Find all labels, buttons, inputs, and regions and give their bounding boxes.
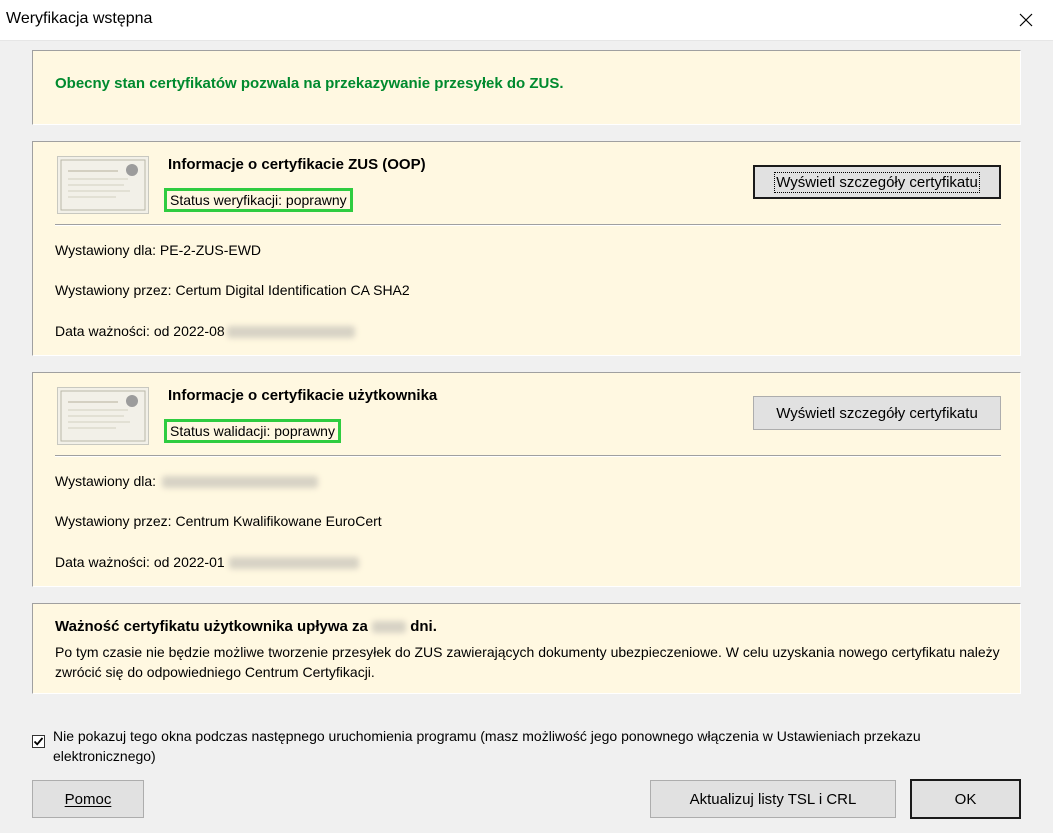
- certificate-icon: [57, 156, 149, 214]
- expiry-description: Po tym czasie nie będzie możliwe tworzen…: [55, 644, 1000, 680]
- zus-cert-details-label: Wyświetl szczegóły certyfikatu: [774, 171, 980, 193]
- zus-cert-panel: Informacje o certyfikacie ZUS (OOP) Stat…: [32, 141, 1021, 356]
- dont-show-label: Nie pokazuj tego okna podczas następnego…: [53, 728, 921, 764]
- status-banner: Obecny stan certyfikatów pozwala na prze…: [32, 50, 1021, 125]
- zus-cert-issued-by: Wystawiony przez: Certum Digital Identif…: [55, 282, 410, 298]
- certificate-icon: [57, 387, 149, 445]
- dont-show-checkbox[interactable]: [32, 735, 45, 748]
- user-cert-validity-row: Data ważności: od 2022-01: [55, 554, 359, 570]
- zus-cert-heading: Informacje o certyfikacie ZUS (OOP): [168, 156, 426, 173]
- help-button[interactable]: Pomoc: [32, 780, 144, 818]
- title-bar: Weryfikacja wstępna: [0, 0, 1053, 41]
- update-tsl-crl-label: Aktualizuj listy TSL i CRL: [689, 790, 857, 808]
- redacted-date: [226, 326, 355, 339]
- zus-cert-validity: Data ważności: od 2022-08: [55, 323, 225, 339]
- user-cert-status: Status walidacji: poprawny: [164, 419, 341, 443]
- banner-message: Obecny stan certyfikatów pozwala na prze…: [55, 75, 564, 92]
- close-icon[interactable]: [999, 0, 1053, 40]
- user-cert-issued-by: Wystawiony przez: Centrum Kwalifikowane …: [55, 513, 382, 529]
- redacted-days: [372, 621, 407, 634]
- help-label: Pomoc: [64, 790, 112, 808]
- user-cert-issued-for-row: Wystawiony dla:: [55, 473, 319, 489]
- user-cert-heading: Informacje o certyfikacie użytkownika: [168, 387, 438, 404]
- redacted-date: [228, 557, 359, 570]
- user-cert-issued-for: Wystawiony dla:: [55, 473, 157, 489]
- ok-button[interactable]: OK: [910, 779, 1021, 819]
- redacted-name: [162, 476, 319, 489]
- zus-cert-details-button[interactable]: Wyświetl szczegóły certyfikatu: [753, 165, 1001, 199]
- expiry-title: Ważność certyfikatu użytkownika upływa z…: [55, 618, 437, 635]
- user-cert-details-button[interactable]: Wyświetl szczegóły certyfikatu: [753, 396, 1001, 430]
- divider: [55, 455, 1001, 457]
- zus-cert-status: Status weryfikacji: poprawny: [164, 188, 353, 212]
- ok-label: OK: [954, 790, 977, 808]
- update-tsl-crl-button[interactable]: Aktualizuj listy TSL i CRL: [650, 780, 896, 818]
- expiry-notice-panel: Ważność certyfikatu użytkownika upływa z…: [32, 603, 1021, 694]
- divider: [55, 224, 1001, 226]
- user-cert-panel: Informacje o certyfikacie użytkownika St…: [32, 372, 1021, 587]
- zus-cert-validity-row: Data ważności: od 2022-08: [55, 323, 355, 339]
- user-cert-validity: Data ważności: od 2022-01: [55, 554, 225, 570]
- window-title: Weryfikacja wstępna: [6, 10, 153, 27]
- zus-cert-issued-for: Wystawiony dla: PE-2-ZUS-EWD: [55, 242, 262, 258]
- user-cert-details-label: Wyświetl szczegóły certyfikatu: [776, 404, 978, 422]
